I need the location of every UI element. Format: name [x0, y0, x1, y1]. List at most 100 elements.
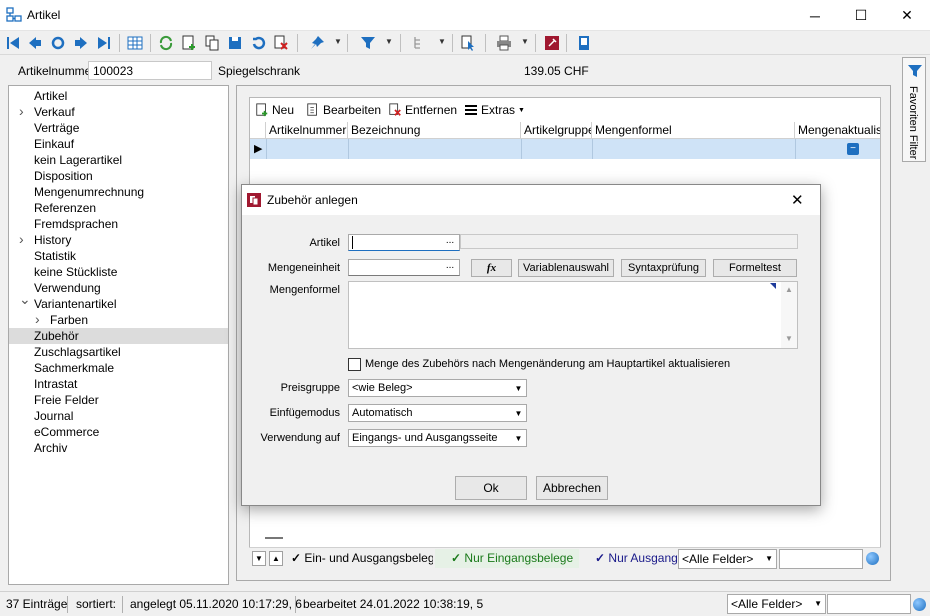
- globe-icon[interactable]: [866, 552, 879, 565]
- sort-status: sortiert:: [70, 596, 123, 613]
- tree-item[interactable]: › History: [9, 231, 228, 248]
- bearbeiten-button[interactable]: Bearbeiten: [306, 103, 381, 117]
- refresh-record-icon[interactable]: [49, 34, 67, 52]
- tree-item-label: Archiv: [34, 441, 68, 455]
- first-record-icon[interactable]: [4, 34, 22, 52]
- tree-item[interactable]: Zubehör: [9, 328, 228, 344]
- preisgruppe-select[interactable]: <wie Beleg> ▼: [348, 379, 527, 397]
- chevron-right-icon[interactable]: ›: [19, 231, 24, 247]
- last-record-icon[interactable]: [95, 34, 113, 52]
- tree-item[interactable]: ⌄ Variantenartikel: [9, 291, 228, 312]
- artikel-lookup-button[interactable]: ...: [443, 235, 457, 250]
- device-icon[interactable]: [575, 34, 593, 52]
- formula-editor-button[interactable]: fx: [471, 259, 512, 277]
- tree-item[interactable]: Statistik: [9, 248, 228, 264]
- minimize-button[interactable]: ─: [792, 0, 838, 31]
- filter-up-button[interactable]: ▲: [269, 551, 283, 566]
- status-search-input[interactable]: [827, 594, 911, 614]
- globe-icon[interactable]: [913, 598, 926, 611]
- tree-item[interactable]: eCommerce: [9, 424, 228, 440]
- chevron-right-icon[interactable]: ›: [19, 103, 24, 119]
- extras-button[interactable]: Extras ▼: [464, 103, 525, 117]
- mengenformel-textarea[interactable]: ▲ ▼: [348, 281, 798, 349]
- print-icon[interactable]: [495, 34, 513, 52]
- mengenformel-scrollbar[interactable]: ▲ ▼: [781, 282, 797, 348]
- tree-item[interactable]: › Farben: [9, 311, 228, 328]
- status-field-select[interactable]: <Alle Felder> ▼: [727, 594, 826, 614]
- tree-item[interactable]: Einkauf: [9, 136, 228, 152]
- undo-icon[interactable]: [249, 34, 267, 52]
- tree-item[interactable]: › Verkauf: [9, 103, 228, 120]
- mengeneinheit-lookup-button[interactable]: ...: [443, 260, 457, 275]
- artikel-name: Spiegelschrank: [218, 64, 301, 78]
- filter-chip-ein-ausgang[interactable]: ✓ Ein- und Ausgangsbelege: [287, 549, 433, 568]
- edit-icon: [307, 103, 317, 116]
- filter-chip-eingang[interactable]: ✓ Nur Eingangsbelege: [435, 549, 579, 568]
- ok-button[interactable]: Ok: [455, 476, 527, 500]
- close-button[interactable]: ✕: [884, 0, 930, 31]
- column-mengenaktualisierung[interactable]: Mengenaktualisierung: [795, 122, 880, 139]
- syntaxpruefung-button[interactable]: Syntaxprüfung: [621, 259, 706, 277]
- filter-icon[interactable]: [359, 34, 377, 52]
- delete-record-icon[interactable]: [272, 34, 290, 52]
- cursor-icon[interactable]: [459, 34, 477, 52]
- favoriten-filter-tab[interactable]: Favoriten Filter: [902, 57, 926, 162]
- chevron-right-icon[interactable]: ›: [35, 311, 40, 327]
- filter-chip-ausgang[interactable]: ✓ Nur Ausgangsbelege: [581, 549, 677, 568]
- aktualisieren-checkbox[interactable]: [348, 358, 361, 371]
- filter-search-input[interactable]: [779, 549, 863, 569]
- tree-item[interactable]: Verträge: [9, 120, 228, 136]
- filter-dropdown-icon[interactable]: ▼: [385, 37, 393, 46]
- table-row[interactable]: ▶ −: [250, 139, 880, 159]
- mengenaktualisierung-checkbox[interactable]: −: [847, 143, 859, 155]
- tree-item[interactable]: Artikel: [9, 88, 228, 104]
- new-record-icon[interactable]: [180, 34, 198, 52]
- column-bezeichnung[interactable]: Bezeichnung: [348, 122, 521, 139]
- macro-icon[interactable]: [543, 34, 561, 52]
- tree-item[interactable]: Intrastat: [9, 376, 228, 392]
- save-icon[interactable]: [226, 34, 244, 52]
- column-artikelnummer[interactable]: Artikelnummer: [266, 122, 348, 139]
- tree-item[interactable]: Freie Felder: [9, 392, 228, 408]
- einfuegemodus-select[interactable]: Automatisch ▼: [348, 404, 527, 422]
- next-record-icon[interactable]: [72, 34, 90, 52]
- chevron-down-icon[interactable]: ⌄: [19, 291, 31, 307]
- print-dropdown-icon[interactable]: ▼: [521, 37, 529, 46]
- entfernen-button[interactable]: Entfernen: [388, 103, 457, 117]
- pin-dropdown-icon[interactable]: ▼: [334, 37, 342, 46]
- splitter-handle[interactable]: [265, 537, 283, 539]
- favoriten-filter-label: Favoriten Filter: [907, 86, 919, 160]
- verwendung-select[interactable]: Eingangs- und Ausgangsseite ▼: [348, 429, 527, 447]
- dialog-close-icon[interactable]: ✕: [791, 191, 804, 209]
- neu-button[interactable]: Neu: [255, 103, 294, 117]
- tree-item[interactable]: Referenzen: [9, 200, 228, 216]
- table-view-icon[interactable]: [126, 34, 144, 52]
- copy-record-icon[interactable]: [203, 34, 221, 52]
- tree-item[interactable]: Verwendung: [9, 280, 228, 296]
- previous-record-icon[interactable]: [26, 34, 44, 52]
- variablenauswahl-button[interactable]: Variablenauswahl: [518, 259, 614, 277]
- pin-icon[interactable]: [308, 34, 326, 52]
- chevron-down-icon: ▼: [514, 434, 523, 443]
- tree-item[interactable]: Zuschlagsartikel: [9, 344, 228, 360]
- tree-item[interactable]: Sachmerkmale: [9, 360, 228, 376]
- abbrechen-button[interactable]: Abbrechen: [536, 476, 608, 500]
- tree-item[interactable]: Disposition: [9, 168, 228, 184]
- tree-item[interactable]: keine Stückliste: [9, 264, 228, 280]
- filter-field-select[interactable]: <Alle Felder> ▼: [678, 549, 777, 569]
- title-bar: Artikel ─ ☐ ✕: [0, 0, 930, 31]
- filter-down-button[interactable]: ▼: [252, 551, 266, 566]
- maximize-button[interactable]: ☐: [838, 0, 884, 31]
- tree-item[interactable]: Journal: [9, 408, 228, 424]
- column-mengenformel[interactable]: Mengenformel: [592, 122, 795, 139]
- tree-item[interactable]: Fremdsprachen: [9, 216, 228, 232]
- reload-icon[interactable]: [157, 34, 175, 52]
- tree-item[interactable]: Mengenumrechnung: [9, 184, 228, 200]
- artikelnummer-input[interactable]: 100023: [88, 61, 212, 80]
- tree-item[interactable]: Archiv: [9, 440, 228, 456]
- tree-item[interactable]: kein Lagerartikel: [9, 152, 228, 168]
- tree-dropdown-icon[interactable]: ▼: [438, 37, 446, 46]
- tree-view-icon[interactable]: [411, 34, 429, 52]
- column-artikelgruppe[interactable]: Artikelgruppe: [521, 122, 592, 139]
- formeltest-button[interactable]: Formeltest: [713, 259, 797, 277]
